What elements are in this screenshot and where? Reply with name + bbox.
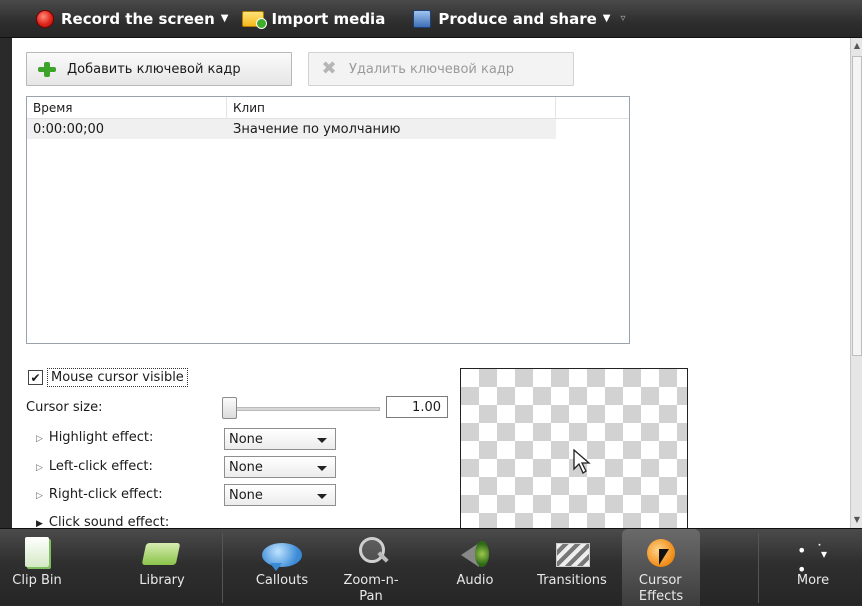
cell-time: 0:00:00;00 <box>33 121 105 137</box>
import-media-button[interactable]: Import media <box>242 9 386 29</box>
cursor-arrow-icon <box>573 449 591 474</box>
expand-triangle-icon[interactable]: ▷ <box>36 463 43 473</box>
click-sound-effect-row[interactable]: ▶ Click sound effect: <box>36 515 169 528</box>
dock-label: Transitions <box>537 573 607 588</box>
clip-bin-icon <box>15 533 59 573</box>
table-row[interactable]: 0:00:00;00 Значение по умолчанию <box>27 119 556 139</box>
keyframe-table: Время Клип 0:00:00;00 Значение по умолча… <box>26 96 630 344</box>
callouts-icon <box>260 533 304 573</box>
dock-item-more[interactable]: More <box>778 529 848 606</box>
table-header: Время Клип <box>27 96 629 119</box>
dock-separator <box>758 533 759 603</box>
mouse-cursor-visible-checkbox[interactable]: ✔ <box>28 370 43 385</box>
scrollbar-thumb[interactable] <box>852 56 862 356</box>
dropdown-arrow-icon <box>317 438 327 443</box>
dock-item-audio[interactable]: Audio <box>440 529 510 606</box>
top-toolbar: Record the screen ▼ Import media Produce… <box>0 0 862 38</box>
record-icon <box>36 9 54 28</box>
cursor-effects-icon <box>639 533 683 573</box>
add-icon <box>37 61 57 77</box>
toolbar-overflow-icon[interactable]: ▿ <box>621 13 626 24</box>
mouse-cursor-visible-row[interactable]: ✔ Mouse cursor visible <box>28 368 188 387</box>
highlight-effect-dropdown[interactable]: None <box>224 428 336 450</box>
library-icon <box>140 533 184 573</box>
expand-triangle-icon[interactable]: ▶ <box>36 519 43 528</box>
chevron-down-icon: ▼ <box>220 13 229 24</box>
chevron-down-icon: ▼ <box>602 13 611 24</box>
cursor-preview <box>460 368 688 528</box>
produce-icon <box>413 9 432 28</box>
dock-item-transitions[interactable]: Transitions <box>527 529 617 606</box>
dock-item-callouts[interactable]: Callouts <box>247 529 317 606</box>
dock-item-library[interactable]: Library <box>127 529 197 606</box>
dock-separator <box>222 533 223 603</box>
add-keyframe-label: Добавить ключевой кадр <box>67 61 241 77</box>
highlight-effect-value: None <box>229 431 263 447</box>
more-icon <box>791 533 835 579</box>
produce-share-button[interactable]: Produce and share ▼ <box>413 9 611 28</box>
expand-triangle-icon[interactable]: ▷ <box>36 491 43 501</box>
vertical-scrollbar[interactable]: ▲ ▼ <box>850 38 862 528</box>
dock-item-zoom-n-pan[interactable]: Zoom-n- Pan <box>336 529 406 606</box>
left-click-effect-value: None <box>229 459 263 475</box>
cursor-size-slider-track[interactable] <box>224 407 380 411</box>
scroll-down-icon[interactable]: ▼ <box>851 514 862 526</box>
left-click-effect-label: Left-click effect: <box>48 459 153 474</box>
record-label: Record the screen <box>61 9 215 28</box>
right-click-effect-row[interactable]: ▷ Right-click effect: <box>36 487 163 502</box>
right-click-effect-value: None <box>229 487 263 503</box>
remove-keyframe-label: Удалить ключевой кадр <box>349 61 515 77</box>
folder-import-icon <box>242 10 268 29</box>
task-dock: Clip Bin Library Callouts Zoom-n- Pan Au… <box>0 528 862 606</box>
column-header-clip[interactable]: Клип <box>227 96 556 119</box>
dock-label: Clip Bin <box>12 573 62 588</box>
delete-icon: ✖ <box>321 58 337 79</box>
expand-triangle-icon[interactable]: ▷ <box>36 434 43 444</box>
right-click-effect-dropdown[interactable]: None <box>224 484 336 506</box>
column-header-time[interactable]: Время <box>27 96 227 119</box>
left-click-effect-row[interactable]: ▷ Left-click effect: <box>36 459 153 474</box>
dock-label: Audio <box>456 573 494 588</box>
right-click-effect-label: Right-click effect: <box>48 487 163 502</box>
transitions-icon <box>550 533 594 573</box>
import-label: Import media <box>271 9 386 28</box>
highlight-effect-label: Highlight effect: <box>48 430 154 445</box>
remove-keyframe-button[interactable]: ✖ Удалить ключевой кадр <box>308 52 574 86</box>
cursor-size-slider-thumb[interactable] <box>222 397 237 419</box>
scroll-up-icon[interactable]: ▲ <box>851 40 862 52</box>
cursor-effects-panel: Добавить ключевой кадр ✖ Удалить ключево… <box>12 38 850 528</box>
dock-item-clip-bin[interactable]: Clip Bin <box>2 529 72 606</box>
produce-label: Produce and share <box>438 9 597 28</box>
left-click-effect-dropdown[interactable]: None <box>224 456 336 478</box>
cursor-size-input[interactable]: 1.00 <box>386 396 448 418</box>
dock-label: Cursor Effects <box>638 573 684 604</box>
dock-label: Callouts <box>255 573 309 588</box>
record-screen-button[interactable]: Record the screen ▼ <box>36 9 229 28</box>
add-keyframe-button[interactable]: Добавить ключевой кадр <box>26 52 292 86</box>
dock-label: Library <box>139 573 185 588</box>
click-sound-effect-label: Click sound effect: <box>48 515 170 528</box>
cell-clip: Значение по умолчанию <box>233 121 401 137</box>
dropdown-arrow-icon <box>317 494 327 499</box>
dropdown-arrow-icon <box>317 466 327 471</box>
highlight-effect-row[interactable]: ▷ Highlight effect: <box>36 430 153 445</box>
cursor-size-label: Cursor size: <box>26 400 103 415</box>
zoom-icon <box>349 533 393 573</box>
dock-item-cursor-effects[interactable]: Cursor Effects <box>622 529 700 606</box>
mouse-cursor-visible-label: Mouse cursor visible <box>47 368 188 387</box>
audio-icon <box>453 533 497 573</box>
dock-label: Zoom-n- Pan <box>343 573 399 604</box>
